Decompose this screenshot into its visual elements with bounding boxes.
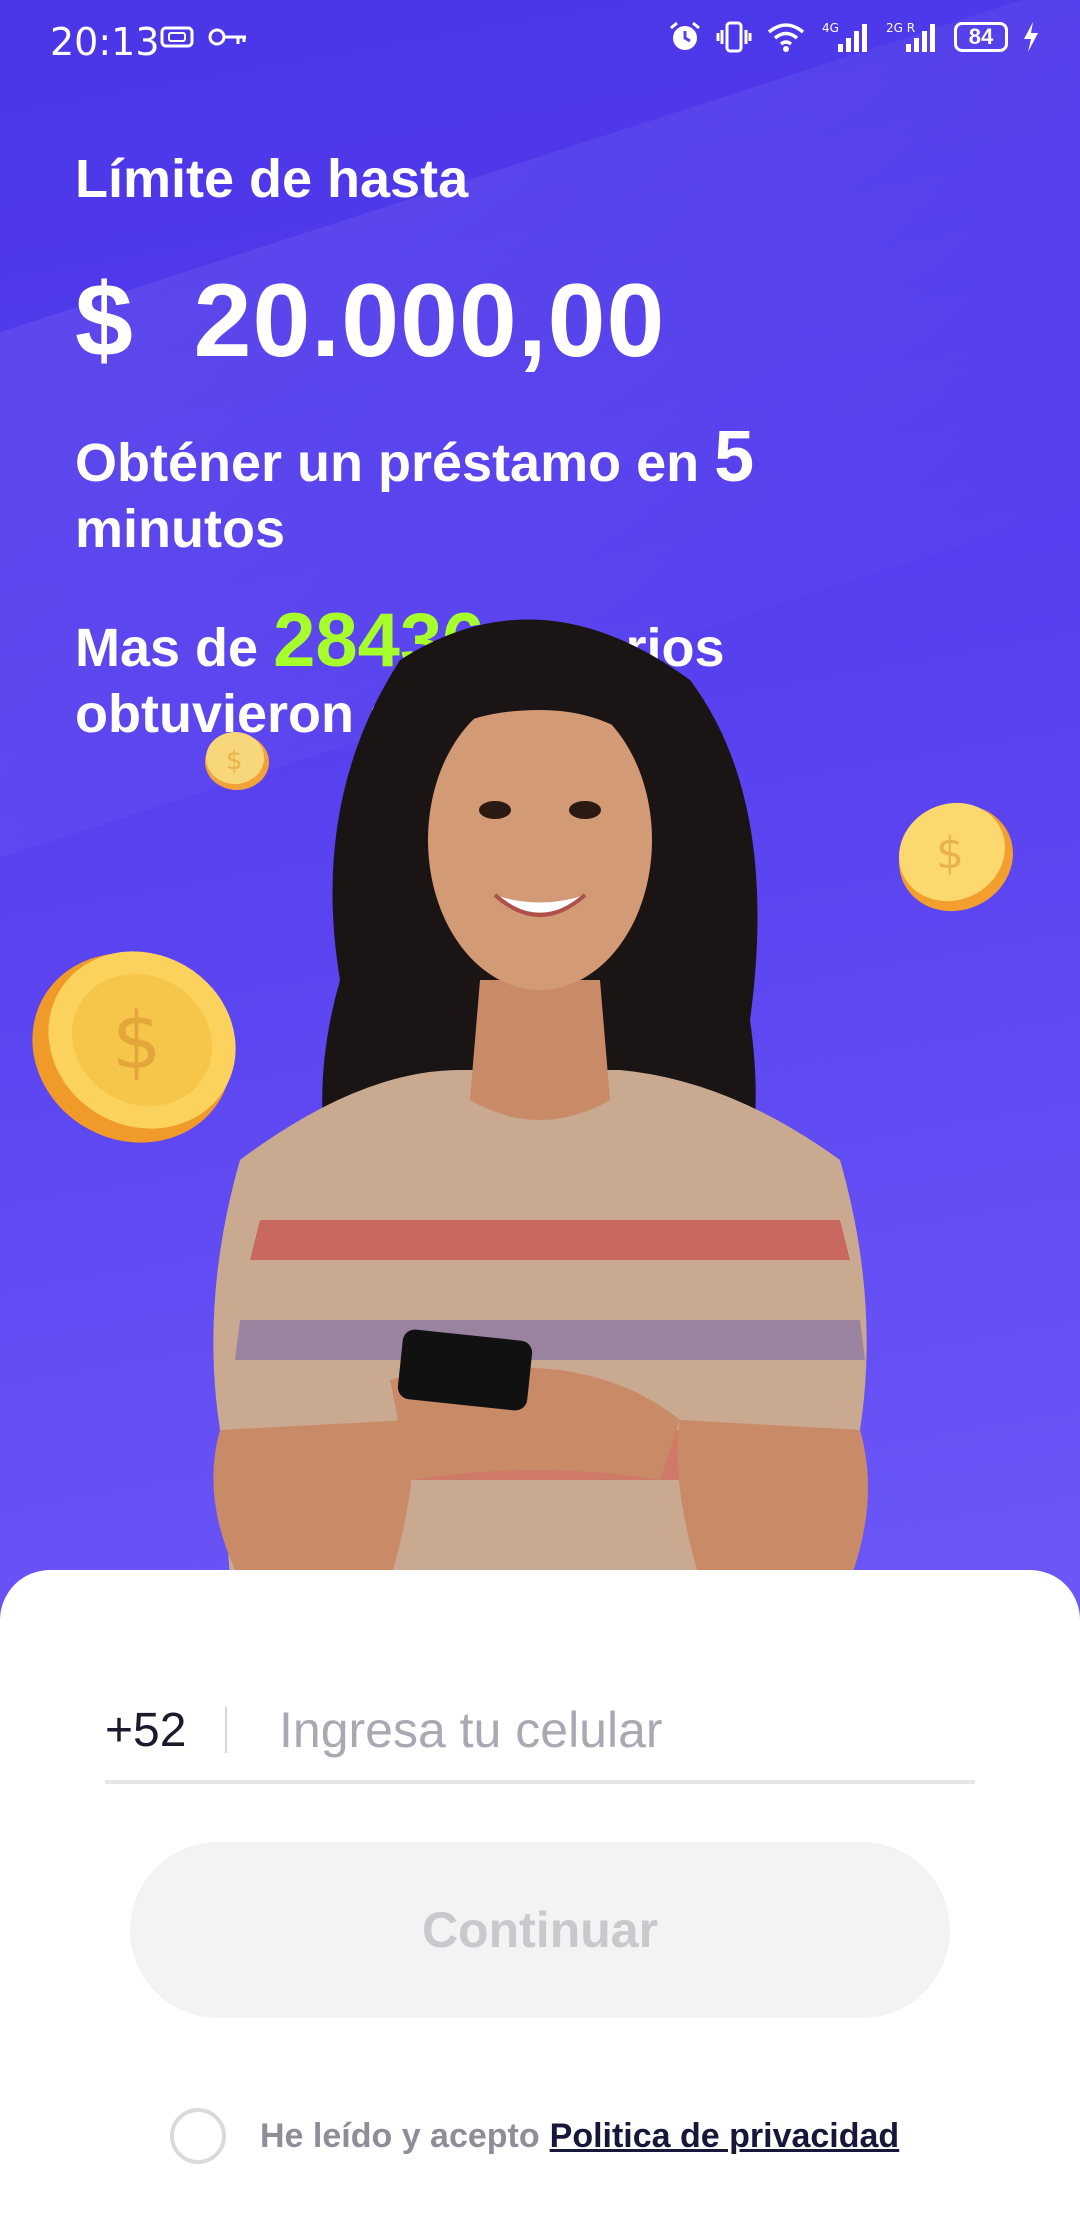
svg-text:2G R: 2G R xyxy=(886,21,915,35)
sim-card-icon xyxy=(160,26,194,48)
loan-landing-screen: 20:13 4G 2G R 84 Límite de hasta $ 20.00… xyxy=(0,0,1080,2240)
battery-icon: 84 xyxy=(954,22,1008,52)
loan-time-number: 5 xyxy=(714,417,755,497)
country-code[interactable]: +52 xyxy=(105,1703,225,1758)
agree-text: He leído y acepto xyxy=(260,2116,540,2155)
phone-field-row: +52 xyxy=(105,1680,975,1784)
status-time: 20:13 xyxy=(50,20,160,64)
phone-input[interactable] xyxy=(277,1700,931,1760)
agree-checkbox[interactable] xyxy=(170,2108,226,2164)
loan-time-suffix: minutos xyxy=(75,499,285,559)
svg-text:4G: 4G xyxy=(822,21,839,35)
signal-4g-icon: 4G xyxy=(822,21,867,52)
limit-amount: $ 20.000,00 xyxy=(75,263,666,379)
privacy-policy-link[interactable]: Politica de privacidad xyxy=(550,2117,900,2156)
wifi-icon xyxy=(767,23,805,52)
field-divider xyxy=(225,1707,227,1753)
loan-time-text: Obténer un préstamo en 5 minutos xyxy=(75,421,975,562)
woman-with-phone-image xyxy=(213,619,868,1580)
vibrate-icon xyxy=(716,21,752,53)
svg-text:$: $ xyxy=(112,997,162,1087)
charging-icon xyxy=(1024,22,1038,52)
privacy-agreement: He leído y acepto Politica de privacidad xyxy=(170,2104,899,2168)
key-icon xyxy=(208,28,246,46)
signal-2g-icon: 2G R xyxy=(886,21,935,52)
battery-level: 84 xyxy=(968,24,994,49)
status-bar: 20:13 4G 2G R 84 xyxy=(0,0,1080,82)
continue-button[interactable]: Continuar xyxy=(130,1842,950,2018)
limit-label: Límite de hasta xyxy=(75,149,469,209)
svg-text:$: $ xyxy=(936,828,964,879)
loan-time-prefix: Obténer un préstamo en xyxy=(75,433,715,493)
alarm-icon xyxy=(670,21,700,50)
